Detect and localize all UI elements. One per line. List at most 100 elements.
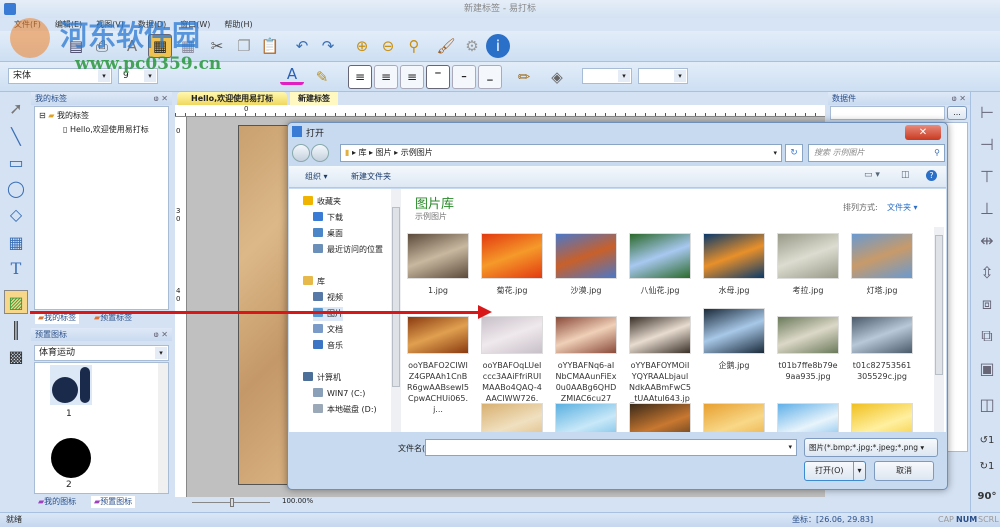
address-bar[interactable]: ▮ ▸ 库 ▸ 图片 ▸ 示例图片 ▾ — [340, 144, 782, 162]
file-item[interactable]: t01c82753561305529c.jpg — [851, 308, 913, 382]
nav-item[interactable]: 音乐 — [313, 339, 343, 353]
nav-item[interactable]: 库 — [303, 275, 325, 289]
line-style-select[interactable]: ▾ — [638, 68, 688, 84]
file-item[interactable]: 考拉.jpg — [777, 233, 839, 296]
copy-icon[interactable]: ❐ — [232, 34, 256, 58]
line-tool-icon[interactable]: ╲ — [4, 124, 28, 148]
data-source-input[interactable] — [830, 106, 945, 120]
qrcode-tool-icon[interactable]: ▩ — [4, 344, 28, 368]
line-color-icon[interactable]: ✏ — [512, 65, 536, 89]
size-select[interactable]: 9 ▾ — [118, 68, 158, 84]
label-design[interactable] — [238, 125, 288, 485]
print-icon[interactable]: ⎙ — [90, 34, 114, 58]
settings-icon[interactable]: ⚙ — [460, 34, 484, 58]
valign-bottom-icon[interactable]: ▁ — [478, 65, 502, 89]
brush-icon[interactable]: 🖌 — [434, 34, 458, 58]
info-icon[interactable]: i — [486, 34, 510, 58]
same-size-icon[interactable]: ▣ — [975, 356, 999, 380]
same-size-icon[interactable]: ⧉ — [975, 324, 999, 348]
save-icon[interactable]: ▤ — [64, 34, 88, 58]
fill-color-icon[interactable]: ◈ — [545, 65, 569, 89]
zoom-slider[interactable] — [192, 498, 272, 508]
help-icon[interactable]: ? — [926, 170, 937, 181]
rectangle-tool-icon[interactable]: ▭ — [4, 150, 28, 174]
nav-item[interactable]: 下载 — [313, 211, 343, 225]
file-item[interactable] — [703, 403, 765, 432]
highlight-icon[interactable]: ✎ — [310, 65, 334, 89]
distribute-icon[interactable]: ⇳ — [975, 260, 999, 284]
file-item[interactable]: 沙漠.jpg — [555, 233, 617, 296]
valign-middle-icon[interactable]: ━ — [452, 65, 476, 89]
align-tool-icon[interactable]: ⊢ — [975, 100, 999, 124]
image-tool-icon[interactable]: ▨ — [4, 290, 28, 314]
file-item[interactable]: 灯塔.jpg — [851, 233, 913, 296]
menu-edit[interactable]: 编辑(E) — [55, 18, 82, 31]
file-item[interactable] — [777, 403, 839, 432]
file-item[interactable]: 水母.jpg — [703, 233, 765, 296]
file-item[interactable]: 八仙花.jpg — [629, 233, 691, 296]
file-item[interactable]: 企鹅.jpg — [703, 308, 765, 371]
nav-item[interactable]: 图片 — [313, 307, 343, 321]
file-item[interactable] — [481, 403, 543, 432]
search-input[interactable]: 搜索 示例图片 ⚲ — [808, 144, 945, 162]
close-button[interactable]: ✕ — [905, 125, 941, 140]
rotate-right-icon[interactable]: ↻ 1 — [975, 454, 999, 478]
tab-new-label[interactable]: 新建标签 — [290, 92, 338, 105]
basketball-icon[interactable] — [51, 438, 91, 478]
tab-my-icons[interactable]: ▰我的图标 — [35, 496, 79, 508]
category-select[interactable]: 体育运动 ▾ — [34, 345, 169, 361]
file-type-select[interactable]: 图片(*.bmp;*.jpg;*.jpeg;*.png ▾ — [804, 438, 938, 457]
pointer-tool-icon[interactable]: ➚ — [4, 96, 28, 120]
font-color-icon[interactable]: A — [280, 65, 304, 85]
file-item[interactable]: 菊花.jpg — [481, 233, 543, 296]
menu-window[interactable]: 窗口(W) — [180, 18, 210, 31]
rotate-left-icon[interactable]: ↺ 1 — [975, 428, 999, 452]
file-item[interactable]: oYYBAFNq6-aINbCMAAunFiEx0u0AABg6QHDZMIAC… — [555, 308, 617, 415]
zoom-in-icon[interactable]: ⊕ — [350, 34, 374, 58]
sort-dropdown[interactable]: 文件夹 ▾ — [887, 202, 918, 213]
same-size-icon[interactable]: ⧈ — [975, 292, 999, 316]
menu-data[interactable]: 数据(D) — [138, 18, 166, 31]
tab-hello-label[interactable]: Hello,欢迎使用易打标 — [177, 92, 288, 105]
refresh-button[interactable]: ↻ — [785, 144, 803, 162]
grid-icon[interactable]: ▦ — [176, 34, 200, 58]
file-item[interactable]: 1.jpg — [407, 233, 469, 296]
nav-item[interactable]: 最近访问的位置 — [313, 243, 383, 257]
align-right-icon[interactable]: ≡ — [400, 65, 424, 89]
file-item[interactable] — [555, 403, 617, 432]
breadcrumb-sample[interactable]: 示例图片 — [401, 148, 433, 157]
breadcrumb-library[interactable]: 库 — [359, 148, 367, 157]
align-tool-icon[interactable]: ⊤ — [975, 164, 999, 188]
rotate-90-icon[interactable]: 90 ° — [975, 484, 999, 508]
menu-file[interactable]: 文件(F) — [14, 18, 41, 31]
nav-item[interactable]: WIN7 (C:) — [313, 387, 365, 401]
file-item[interactable] — [851, 403, 913, 432]
menu-view[interactable]: 视图(V) — [96, 18, 124, 31]
nav-item[interactable]: 桌面 — [313, 227, 343, 241]
icon-list-scrollbar[interactable] — [158, 363, 168, 493]
text-style-icon[interactable]: A — [120, 34, 144, 58]
nav-item[interactable]: 本地磁盘 (D:) — [313, 403, 377, 417]
organize-button[interactable]: 组织 ▾ — [305, 171, 328, 182]
file-item[interactable] — [629, 403, 691, 432]
nav-item[interactable]: 视频 — [313, 291, 343, 305]
tab-preset-icons[interactable]: ▰预置图标 — [91, 496, 136, 508]
text-tool-icon[interactable]: T — [4, 256, 28, 280]
filename-input[interactable]: ▾ — [425, 439, 797, 456]
tree-item[interactable]: ▯ Hello,欢迎使用易打标 — [63, 124, 149, 135]
barcode-tool-icon[interactable]: ║ — [4, 318, 28, 342]
breadcrumb-pictures[interactable]: 图片 — [376, 148, 392, 157]
new-folder-button[interactable]: 新建文件夹 — [351, 171, 391, 182]
table-tool-icon[interactable]: ▦ — [4, 230, 28, 254]
valign-top-icon[interactable]: ▔ — [426, 65, 450, 89]
align-tool-icon[interactable]: ⊣ — [975, 132, 999, 156]
layout-icon[interactable]: ▦ — [148, 34, 172, 58]
file-item[interactable]: oYYBAFOYMOiIYQYRAALbjaulNdkAABmFwC5_tUAA… — [629, 308, 691, 415]
align-tool-icon[interactable]: ⊥ — [975, 196, 999, 220]
menu-help[interactable]: 帮助(H) — [224, 18, 252, 31]
zoom-fit-icon[interactable]: ⚲ — [402, 34, 426, 58]
file-item[interactable]: ooYBAFO2CIWIZ4GPAAh1CnBR6gwAABsewI5CpwAC… — [407, 308, 469, 415]
redo-icon[interactable]: ↷ — [316, 34, 340, 58]
cancel-button[interactable]: 取消 — [874, 461, 934, 481]
zoom-out-icon[interactable]: ⊖ — [376, 34, 400, 58]
